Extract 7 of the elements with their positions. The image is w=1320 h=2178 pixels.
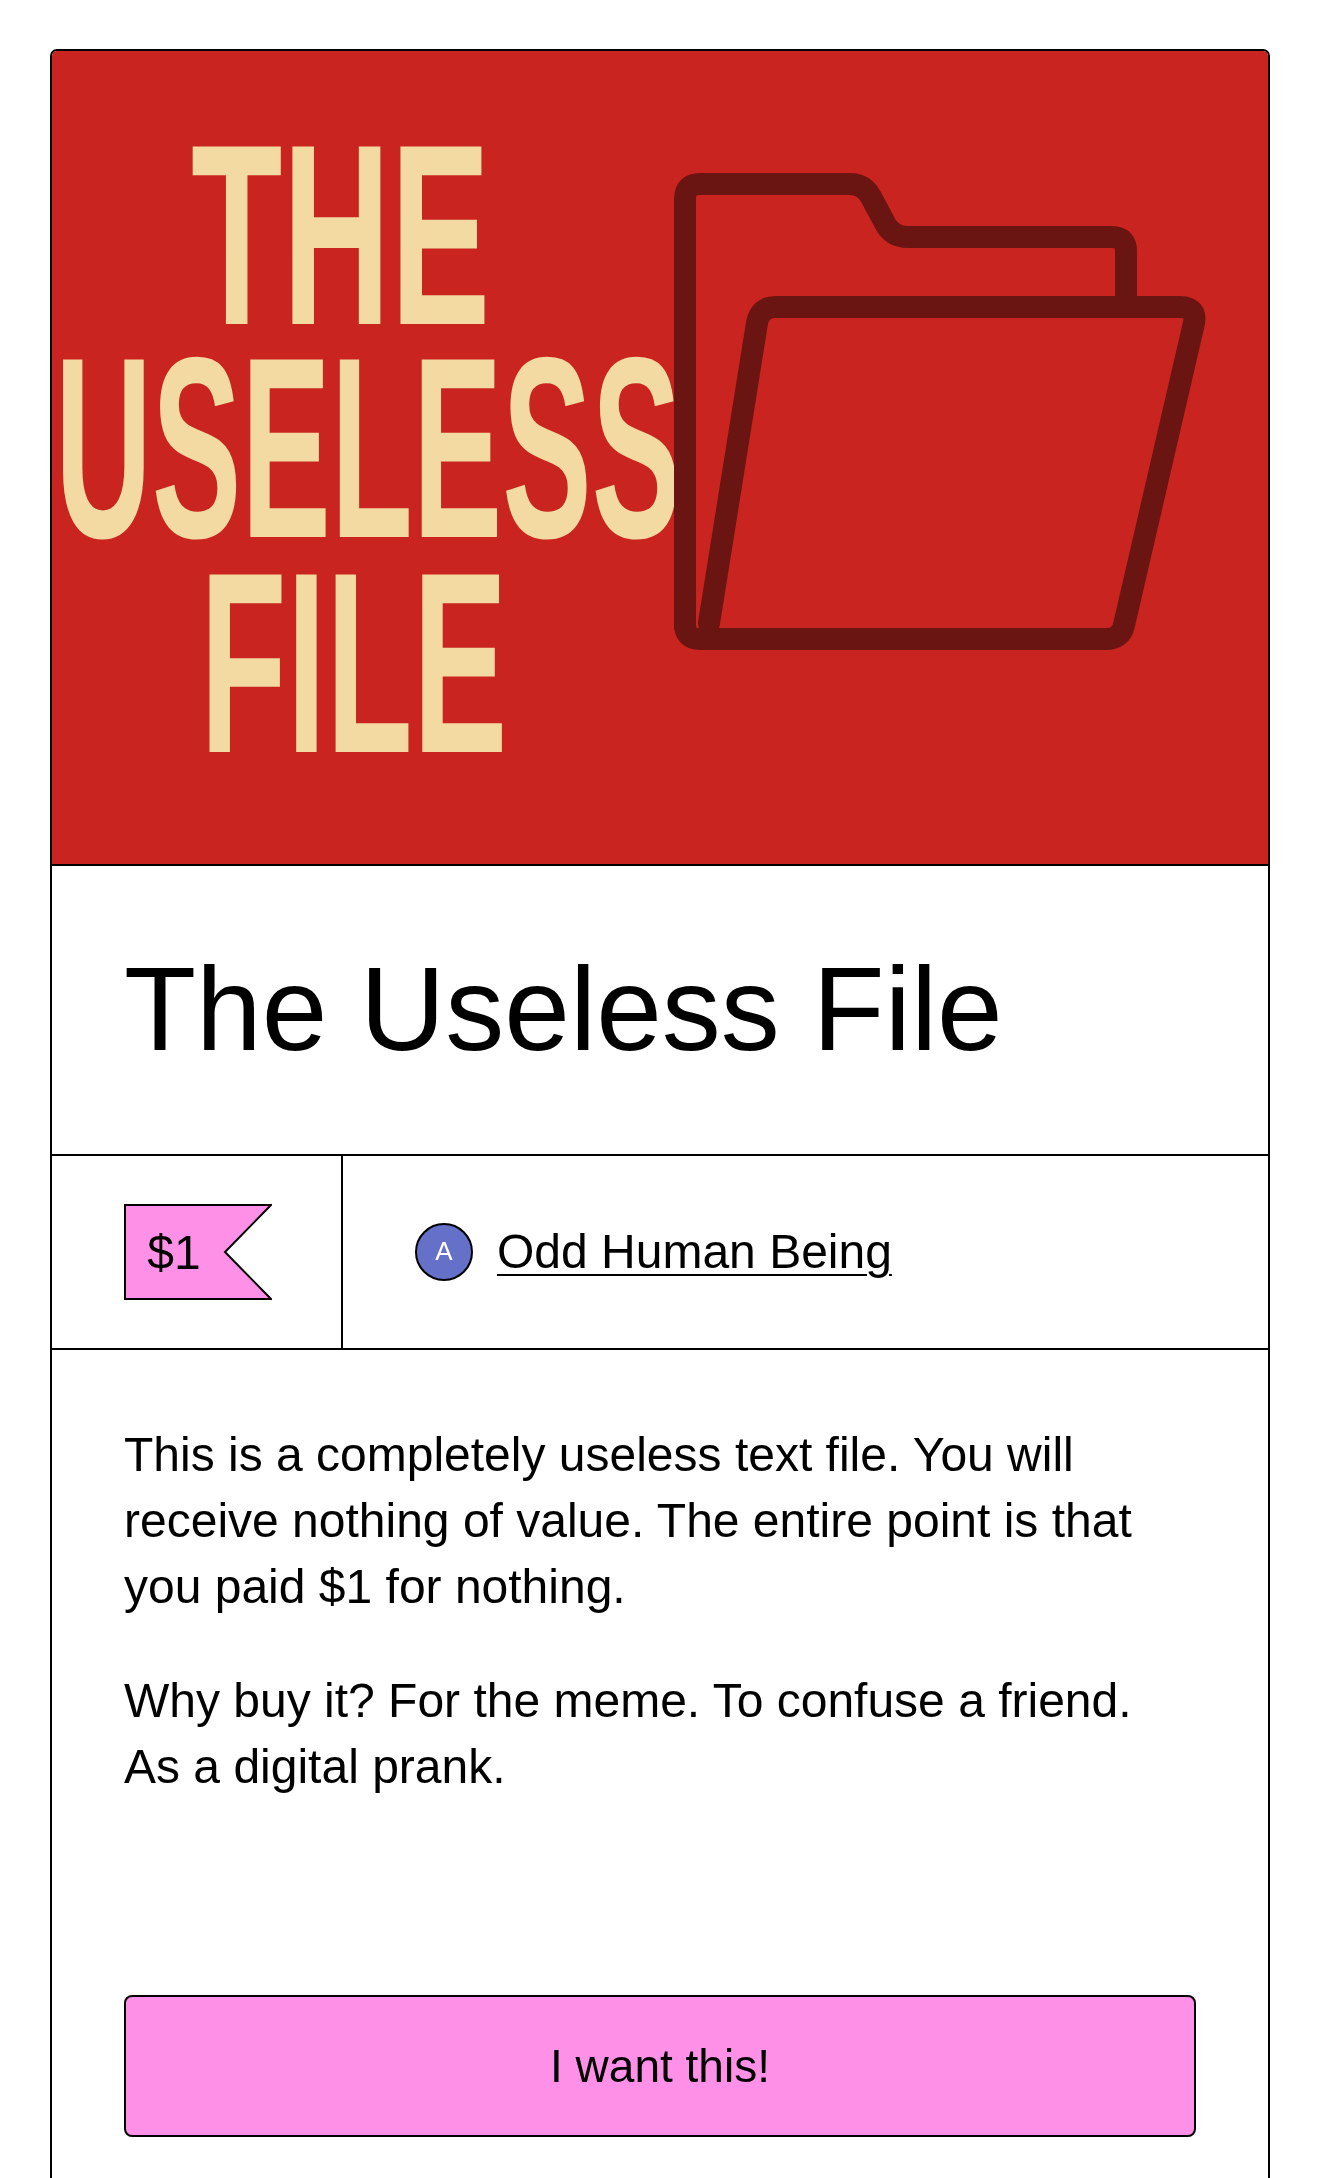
creator-link[interactable]: Odd Human Being <box>497 1224 892 1280</box>
description-paragraph: Why buy it? For the meme. To confuse a friend. As a digital prank. <box>124 1672 1133 1795</box>
description-paragraph: This is a completely useless text file. You will receive nothing of value. The entire point is that you paid $1 for nothing. <box>124 1426 1133 1615</box>
price-tag: $1 <box>124 1203 272 1300</box>
buy-button[interactable]: I want this! <box>124 1994 1196 2137</box>
product-title: The Useless File <box>124 942 1004 1077</box>
creator-avatar: A <box>415 1222 473 1281</box>
